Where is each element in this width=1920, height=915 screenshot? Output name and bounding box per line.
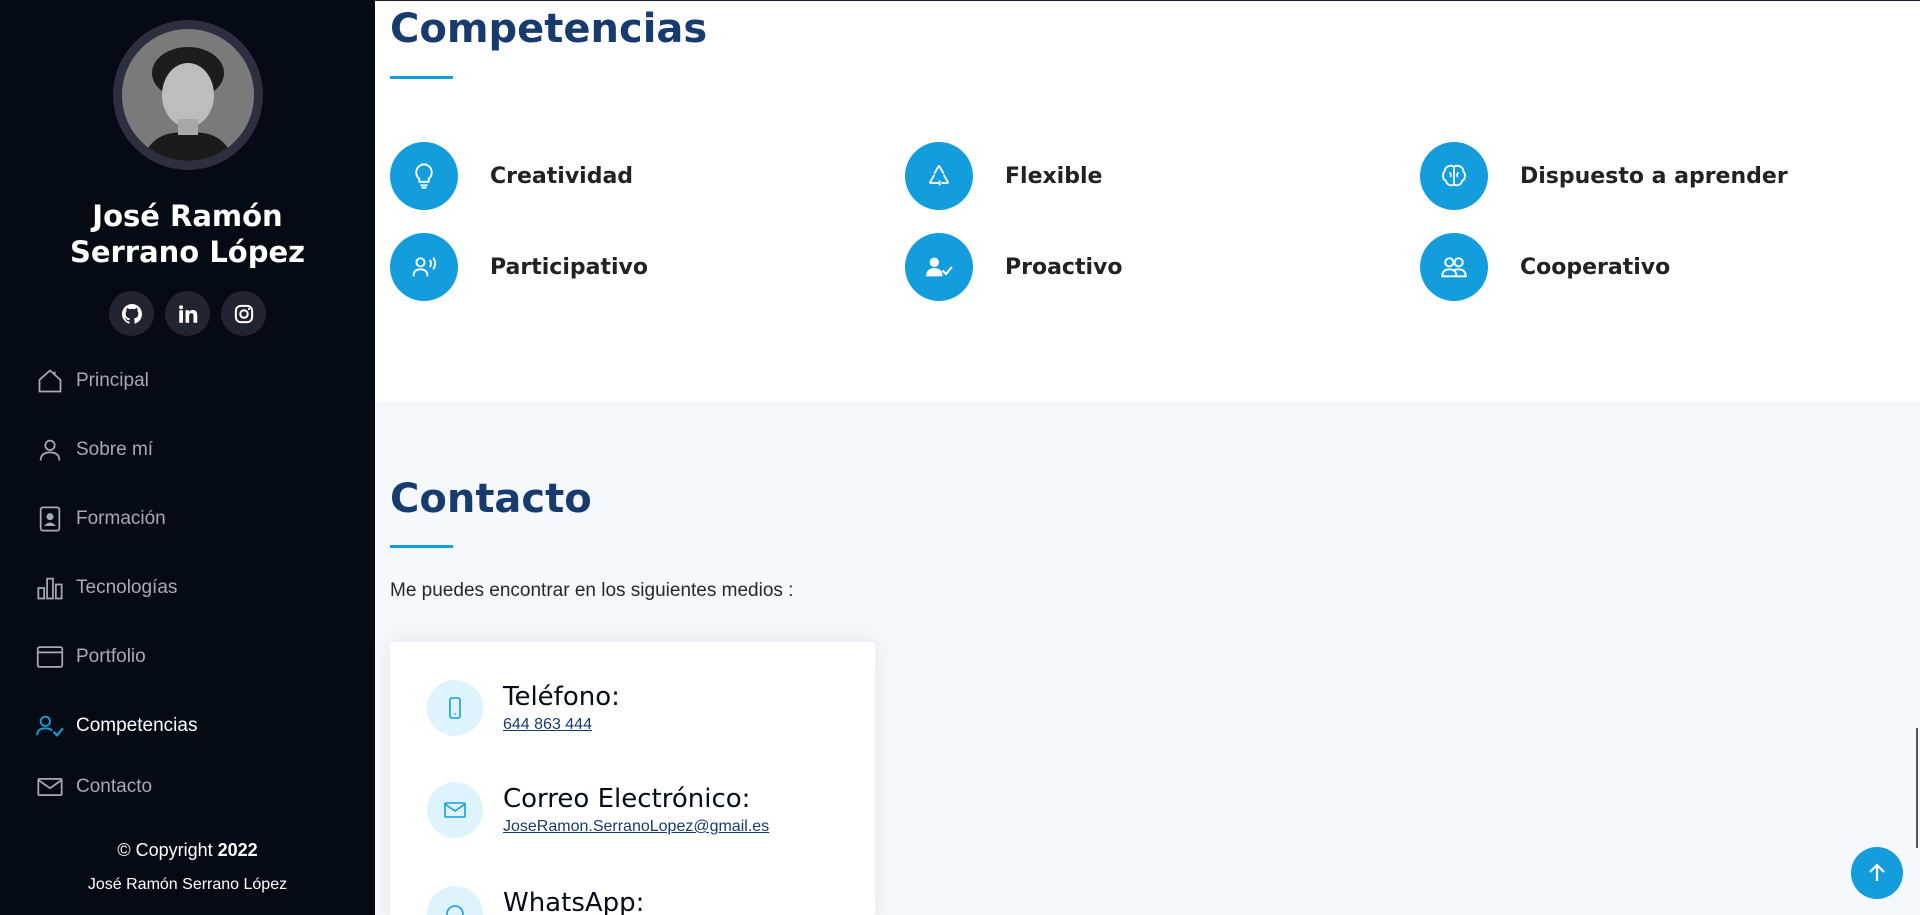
contact-whatsapp: WhatsApp: bbox=[427, 886, 644, 915]
contact-title: Contacto bbox=[390, 476, 592, 522]
sidebar-item-tecnologias[interactable]: Tecnologías bbox=[36, 574, 177, 602]
linkedin-link[interactable] bbox=[165, 291, 210, 336]
top-border bbox=[375, 0, 1920, 1]
person-check-icon bbox=[926, 257, 953, 277]
skill-item: Creatividad bbox=[390, 142, 633, 210]
sidebar-item-label: Sobre mí bbox=[76, 439, 154, 460]
sidebar-item-competencias[interactable]: Competencias bbox=[36, 712, 197, 740]
skill-item: Proactivo bbox=[905, 233, 1123, 301]
arrow-up-icon bbox=[1869, 863, 1885, 881]
person-check-icon bbox=[36, 715, 64, 737]
skills-title-underline bbox=[390, 76, 453, 79]
envelope-icon bbox=[37, 777, 63, 797]
email-link[interactable]: JoseRamon.SerranoLopez@gmail.es bbox=[503, 818, 769, 836]
whatsapp-icon bbox=[446, 905, 464, 915]
main-content: Competencias Creatividad Flexible Dispue… bbox=[375, 0, 1920, 915]
phone-icon bbox=[449, 697, 461, 719]
contact-card: Teléfono: 644 863 444 Correo Electrónico… bbox=[390, 642, 875, 915]
sidebar-item-principal[interactable]: Principal bbox=[36, 367, 149, 395]
home-icon bbox=[38, 369, 62, 393]
sidebar-item-sobre-mi[interactable]: Sobre mí bbox=[36, 436, 153, 464]
contact-title-underline bbox=[390, 545, 453, 548]
skill-label: Proactivo bbox=[1005, 254, 1123, 280]
instagram-icon bbox=[234, 304, 253, 323]
sidebar: José Ramón Serrano López Principal Sobre… bbox=[0, 0, 375, 915]
sidebar-item-formacion[interactable]: Formación bbox=[36, 505, 166, 533]
skill-item: Dispuesto a aprender bbox=[1420, 142, 1788, 210]
skill-label: Creatividad bbox=[490, 163, 634, 189]
envelope-icon bbox=[444, 802, 466, 818]
skill-label: Cooperativo bbox=[1520, 254, 1671, 280]
window-icon bbox=[36, 646, 64, 668]
sidebar-item-label: Formación bbox=[76, 508, 166, 529]
skill-item: Flexible bbox=[905, 142, 1102, 210]
avatar bbox=[113, 20, 263, 170]
contact-label: WhatsApp: bbox=[503, 888, 645, 915]
skills-title: Competencias bbox=[390, 6, 708, 52]
document-person-icon bbox=[39, 506, 61, 532]
contact-intro: Me puedes encontrar en los siguientes me… bbox=[390, 580, 794, 601]
people-icon bbox=[1441, 257, 1467, 278]
skill-label: Participativo bbox=[490, 254, 648, 280]
contact-phone: Teléfono: 644 863 444 bbox=[427, 680, 620, 736]
skill-item: Participativo bbox=[390, 233, 648, 301]
contact-email: Correo Electrónico: JoseRamon.SerranoLop… bbox=[427, 782, 769, 838]
sidebar-item-label: Tecnologías bbox=[76, 577, 178, 598]
bar-chart-icon bbox=[37, 577, 63, 600]
github-link[interactable] bbox=[109, 291, 154, 336]
contact-label: Teléfono: bbox=[503, 682, 620, 712]
profile-name: José Ramón Serrano López bbox=[0, 198, 375, 270]
sidebar-item-label: Principal bbox=[76, 370, 149, 391]
skill-label: Flexible bbox=[1005, 163, 1103, 189]
skill-item: Cooperativo bbox=[1420, 233, 1670, 301]
sidebar-item-portfolio[interactable]: Portfolio bbox=[36, 643, 146, 671]
sidebar-item-contacto[interactable]: Contacto bbox=[36, 773, 152, 801]
linkedin-icon bbox=[178, 304, 197, 323]
social-links bbox=[0, 291, 375, 336]
sidebar-item-label: Competencias bbox=[76, 715, 198, 736]
skill-label: Dispuesto a aprender bbox=[1520, 163, 1788, 189]
instagram-link[interactable] bbox=[221, 291, 266, 336]
sidebar-item-label: Contacto bbox=[76, 776, 153, 797]
github-icon bbox=[121, 303, 142, 324]
phone-link[interactable]: 644 863 444 bbox=[503, 716, 620, 734]
recycle-icon bbox=[928, 165, 950, 186]
scrollbar-thumb[interactable] bbox=[1916, 728, 1918, 848]
profile-name-line1: José Ramón bbox=[92, 199, 283, 233]
profile-name-line2: Serrano López bbox=[69, 235, 306, 269]
sidebar-item-label: Portfolio bbox=[76, 646, 146, 667]
copyright: © Copyright 2022 bbox=[117, 840, 258, 860]
contact-label: Correo Electrónico: bbox=[503, 784, 751, 814]
credits: José Ramón Serrano López bbox=[87, 876, 288, 893]
person-voice-icon bbox=[412, 257, 437, 277]
person-icon bbox=[39, 439, 61, 461]
brain-icon bbox=[1442, 164, 1466, 187]
lightbulb-icon bbox=[415, 163, 433, 189]
back-to-top-button[interactable] bbox=[1851, 847, 1903, 899]
